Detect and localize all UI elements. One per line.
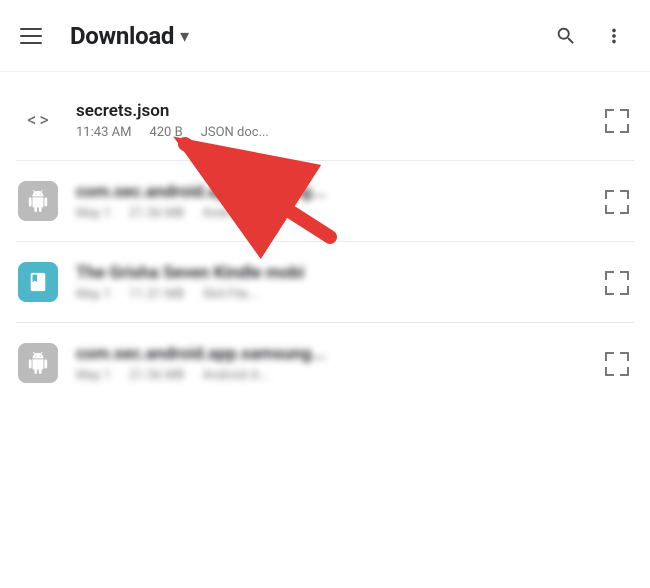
file-list: < > secrets.json 11:43 AM 420 B JSON doc… — [0, 72, 650, 411]
file-name: com.sec.android.app.samsung... — [76, 344, 598, 364]
header: Download ▾ — [0, 0, 650, 72]
file-type: 564 File... — [202, 287, 258, 302]
more-options-button[interactable] — [594, 16, 634, 56]
page-title: Download — [70, 22, 174, 50]
file-info-kindle: The Grisha Seven Kindle mobi May 1 11.31… — [76, 263, 598, 302]
expand-button[interactable] — [598, 264, 634, 300]
expand-button[interactable] — [598, 345, 634, 381]
file-meta: May 1 11.31 MB 564 File... — [76, 287, 598, 302]
file-type: Android A... — [202, 206, 269, 221]
file-info-apk1: com.sec.android.app.samsung... May 1 21.… — [76, 182, 598, 221]
file-time: May 1 — [76, 206, 111, 221]
chevron-left-icon: < — [27, 110, 36, 131]
file-meta: May 1 21.56 MB Android A... — [76, 206, 598, 221]
file-name: The Grisha Seven Kindle mobi — [76, 263, 598, 283]
expand-icon — [605, 190, 627, 212]
file-type: JSON doc... — [201, 125, 269, 140]
expand-button[interactable] — [598, 102, 634, 138]
file-size: 11.31 MB — [129, 287, 184, 302]
menu-button[interactable] — [16, 18, 52, 54]
file-icon-apk1 — [16, 179, 60, 223]
chevron-down-icon: ▾ — [180, 26, 189, 47]
search-button[interactable] — [546, 16, 586, 56]
android-icon — [27, 190, 49, 212]
file-name: com.sec.android.app.samsung... — [76, 182, 598, 202]
book-icon — [27, 271, 49, 293]
title-dropdown[interactable]: Download ▾ — [70, 22, 546, 50]
expand-icon — [605, 109, 627, 131]
expand-icon — [605, 271, 627, 293]
file-icon-apk2 — [16, 341, 60, 385]
file-type: Android A... — [202, 368, 269, 383]
header-icons — [546, 16, 634, 56]
file-size: 21.56 MB — [129, 368, 184, 383]
file-item-apk1[interactable]: com.sec.android.app.samsung... May 1 21.… — [0, 161, 650, 241]
search-icon — [555, 25, 577, 47]
file-icon-kindle — [16, 260, 60, 304]
file-name: secrets.json — [76, 101, 598, 121]
android-icon-2 — [27, 352, 49, 374]
file-time: May 1 — [76, 368, 111, 383]
file-meta: May 1 21.56 MB Android A... — [76, 368, 598, 383]
file-info-apk2: com.sec.android.app.samsung... May 1 21.… — [76, 344, 598, 383]
file-size: 21.56 MB — [129, 206, 184, 221]
file-item-kindle[interactable]: The Grisha Seven Kindle mobi May 1 11.31… — [0, 242, 650, 322]
file-time: 11:43 AM — [76, 125, 131, 140]
file-size: 420 B — [149, 125, 182, 140]
file-time: May 1 — [76, 287, 111, 302]
file-item-apk2[interactable]: com.sec.android.app.samsung... May 1 21.… — [0, 323, 650, 403]
expand-icon — [605, 352, 627, 374]
chevron-right-icon: > — [39, 110, 48, 131]
file-meta: 11:43 AM 420 B JSON doc... — [76, 125, 598, 140]
file-icon-code: < > — [16, 98, 60, 142]
more-vert-icon — [603, 25, 625, 47]
expand-button[interactable] — [598, 183, 634, 219]
file-item-secrets-json[interactable]: < > secrets.json 11:43 AM 420 B JSON doc… — [0, 80, 650, 160]
file-info-secrets: secrets.json 11:43 AM 420 B JSON doc... — [76, 101, 598, 140]
